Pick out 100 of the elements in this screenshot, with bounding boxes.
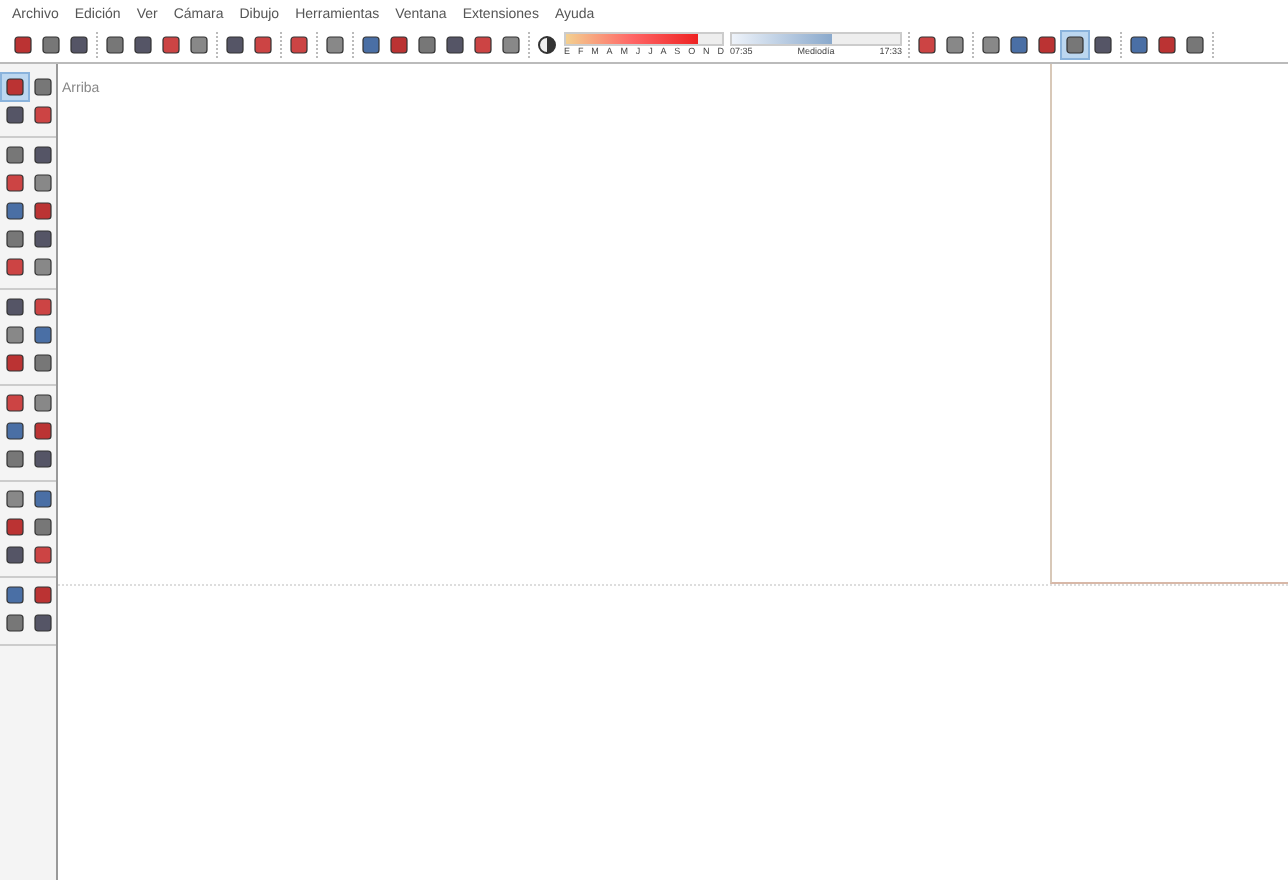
tool-icon <box>32 256 54 278</box>
toolbar-button[interactable] <box>1090 32 1116 58</box>
toolbar-button[interactable] <box>186 32 212 58</box>
tool-icon <box>4 448 26 470</box>
toolbar-button[interactable] <box>2 102 28 128</box>
toolbar-button[interactable] <box>2 294 28 320</box>
tool-icon <box>4 392 26 414</box>
toolbar-button[interactable] <box>30 102 56 128</box>
toolbar-button[interactable] <box>322 32 348 58</box>
toolbar-button[interactable] <box>2 542 28 568</box>
toolbar-button[interactable] <box>498 32 524 58</box>
toolbar-button[interactable] <box>1034 32 1060 58</box>
tool-icon <box>188 34 210 56</box>
toolbar-button[interactable] <box>2 322 28 348</box>
tool-icon <box>32 144 54 166</box>
tool-icon <box>252 34 274 56</box>
toolbar-button[interactable] <box>942 32 968 58</box>
toolbar-button[interactable] <box>2 170 28 196</box>
toolbar-button[interactable] <box>358 32 384 58</box>
toolbar-button[interactable] <box>2 198 28 224</box>
tool-icon <box>288 34 310 56</box>
toolbar-button[interactable] <box>2 390 28 416</box>
toolbar-button[interactable] <box>30 350 56 376</box>
tool-icon <box>388 34 410 56</box>
toolbar-button[interactable] <box>66 32 92 58</box>
tool-icon <box>32 76 54 98</box>
tool-icon <box>1092 34 1114 56</box>
toolbar-button[interactable] <box>30 74 56 100</box>
tool-icon <box>4 488 26 510</box>
toolbar-button[interactable] <box>2 610 28 636</box>
tool-icon <box>4 296 26 318</box>
tool-icon <box>32 352 54 374</box>
toolbar-button[interactable] <box>2 350 28 376</box>
toolbar-button[interactable] <box>978 32 1004 58</box>
toolbar-button[interactable] <box>30 170 56 196</box>
toolbar-button[interactable] <box>10 32 36 58</box>
toolbar-button[interactable] <box>2 486 28 512</box>
tool-icon <box>1064 34 1086 56</box>
toolbar-button[interactable] <box>30 254 56 280</box>
tool-icon <box>4 324 26 346</box>
tool-icon <box>4 544 26 566</box>
toolbar-button[interactable] <box>914 32 940 58</box>
tool-icon <box>104 34 126 56</box>
tool-icon <box>416 34 438 56</box>
tool-icon <box>1184 34 1206 56</box>
toolbar-button[interactable] <box>1154 32 1180 58</box>
tool-icon <box>32 392 54 414</box>
toolbar-button[interactable] <box>30 514 56 540</box>
toolbar-button[interactable] <box>130 32 156 58</box>
toolbar-button[interactable] <box>386 32 412 58</box>
tool-icon <box>4 420 26 442</box>
tool-icon <box>4 584 26 606</box>
tool-icon <box>4 200 26 222</box>
toolbar-button[interactable] <box>2 226 28 252</box>
toolbar-button[interactable] <box>442 32 468 58</box>
toolbar-button[interactable] <box>2 514 28 540</box>
tool-icon <box>40 34 62 56</box>
toolbar-button[interactable] <box>30 226 56 252</box>
tool-icon <box>32 172 54 194</box>
toolbar-button[interactable] <box>1126 32 1152 58</box>
toolbar-button[interactable] <box>2 74 28 100</box>
toolbar-button[interactable] <box>1062 32 1088 58</box>
toolbar-button[interactable] <box>30 198 56 224</box>
tool-icon <box>944 34 966 56</box>
tool-icon <box>916 34 938 56</box>
toolbar-button[interactable] <box>1182 32 1208 58</box>
month-slider[interactable] <box>564 32 724 47</box>
tool-icon <box>4 144 26 166</box>
toolbar-button[interactable] <box>2 254 28 280</box>
tool-icon <box>12 34 34 56</box>
toolbar-button[interactable] <box>470 32 496 58</box>
toolbar-button[interactable] <box>30 418 56 444</box>
toolbar-button[interactable] <box>2 446 28 472</box>
toolbar-button[interactable] <box>2 142 28 168</box>
toolbar-button[interactable] <box>30 610 56 636</box>
toolbar-button[interactable] <box>30 294 56 320</box>
tool-icon <box>4 612 26 634</box>
toolbar-button[interactable] <box>38 32 64 58</box>
toolbar-button[interactable] <box>414 32 440 58</box>
toolbar-button[interactable] <box>30 486 56 512</box>
toolbar-button[interactable] <box>2 418 28 444</box>
toolbar-button[interactable] <box>30 322 56 348</box>
toolbar-button[interactable] <box>2 582 28 608</box>
toolbar-button[interactable] <box>250 32 276 58</box>
time-slider[interactable] <box>730 32 902 47</box>
toolbar-button[interactable] <box>1006 32 1032 58</box>
toolbar-button[interactable] <box>30 142 56 168</box>
toolbar-button[interactable] <box>30 542 56 568</box>
toolbar-button[interactable] <box>222 32 248 58</box>
toolbar-button[interactable] <box>30 446 56 472</box>
tool-icon <box>32 516 54 538</box>
tool-icon <box>32 324 54 346</box>
tool-icon <box>32 488 54 510</box>
shadow-icon[interactable] <box>536 34 558 56</box>
toolbar-button[interactable] <box>286 32 312 58</box>
toolbar-button[interactable] <box>158 32 184 58</box>
tool-icon <box>132 34 154 56</box>
toolbar-button[interactable] <box>30 390 56 416</box>
toolbar-button[interactable] <box>30 582 56 608</box>
toolbar-button[interactable] <box>102 32 128 58</box>
